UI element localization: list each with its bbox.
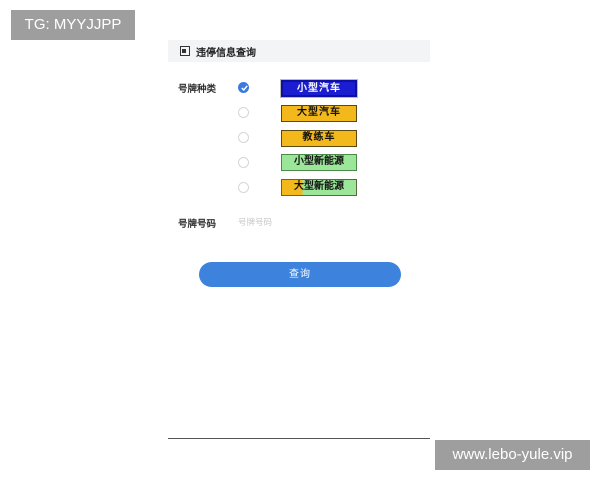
document-icon <box>180 46 190 56</box>
plate-type-radio-coach-car[interactable] <box>238 132 249 143</box>
plate-type-radio-large-car[interactable] <box>238 107 249 118</box>
plate-type-radio-large-new-energy[interactable] <box>238 182 249 193</box>
plate-type-radio-small-new-energy[interactable] <box>238 157 249 168</box>
page: TG: MYYJJPP 违停信息查询 号牌种类 小型汽车 大型汽车 教练车 小型… <box>0 0 600 480</box>
plate-type-radio-small-car[interactable] <box>238 82 249 93</box>
plate-type-label: 号牌种类 <box>178 84 217 95</box>
watermark-top: TG: MYYJJPP <box>11 10 135 40</box>
plate-type-small-new-energy[interactable]: 小型新能源 <box>281 154 357 171</box>
page-title: 违停信息查询 <box>196 47 256 59</box>
plate-type-coach-car[interactable]: 教练车 <box>281 130 357 147</box>
plate-number-label: 号牌号码 <box>178 219 217 230</box>
divider <box>168 438 430 439</box>
plate-type-large-new-energy[interactable]: 大型新能源 <box>281 179 357 196</box>
watermark-bottom: www.lebo-yule.vip <box>435 440 590 470</box>
violation-query-panel: 违停信息查询 号牌种类 小型汽车 大型汽车 教练车 小型新能源 大型新能源 号牌… <box>168 40 430 440</box>
plate-type-small-car[interactable]: 小型汽车 <box>280 79 358 98</box>
query-button[interactable]: 查询 <box>199 262 401 287</box>
plate-number-input[interactable] <box>238 216 388 230</box>
plate-type-large-car[interactable]: 大型汽车 <box>281 105 357 122</box>
checkmark-icon <box>240 85 248 91</box>
page-header: 违停信息查询 <box>168 40 430 62</box>
